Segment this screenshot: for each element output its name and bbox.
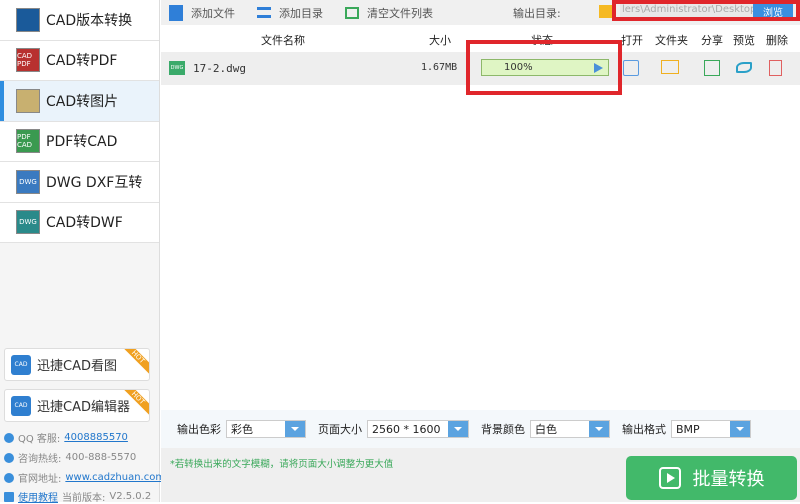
- site-label: 官网地址:: [18, 474, 62, 485]
- file-name: 17-2.dwg: [193, 62, 246, 75]
- sidebar-item-label: CAD转图片: [46, 93, 119, 110]
- chevron-down-icon[interactable]: [285, 421, 305, 437]
- promo-label: 迅捷CAD看图: [37, 359, 117, 374]
- sidebar-item-2[interactable]: CAD转图片: [0, 81, 159, 122]
- hint-note: *若转换出来的文字模糊，请将页面大小调整为更大值: [170, 459, 394, 470]
- col-folder: 文件夹: [655, 34, 688, 47]
- col-name: 文件名称: [261, 34, 305, 47]
- dwg-file-icon: DWG: [169, 61, 185, 75]
- book-icon: [4, 491, 14, 502]
- color-value: 彩色: [231, 423, 253, 436]
- sidebar-item-5[interactable]: DWG CAD转DWF: [0, 202, 159, 243]
- add-file-button[interactable]: 添加文件: [169, 4, 235, 21]
- add-file-icon: [169, 4, 183, 21]
- site-link[interactable]: www.cadzhuan.com: [65, 472, 165, 483]
- bg-color-label: 背景颜色: [481, 423, 525, 436]
- add-file-label: 添加文件: [191, 6, 235, 20]
- qq-icon: [4, 432, 14, 443]
- sidebar-item-label: CAD版本转换: [46, 12, 133, 29]
- ie-icon: [4, 472, 14, 483]
- delete-trash-icon[interactable]: [769, 60, 782, 76]
- open-file-icon[interactable]: [623, 60, 639, 76]
- clear-list-button[interactable]: 清空文件列表: [345, 5, 433, 21]
- promo-cad-editor[interactable]: CAD 迅捷CAD编辑器 HOT: [4, 389, 150, 422]
- file-size: 1.67MB: [421, 62, 458, 73]
- bg-color-value: 白色: [535, 423, 557, 436]
- qq-info: QQ 客服: 4008885570: [4, 430, 128, 445]
- open-folder-icon[interactable]: [661, 60, 679, 74]
- chevron-down-icon[interactable]: [730, 421, 750, 437]
- format-label: 输出格式: [622, 423, 666, 436]
- format-value: BMP: [676, 422, 700, 436]
- sidebar-item-label: DWG DXF互转: [46, 174, 143, 191]
- color-label: 输出色彩: [177, 423, 221, 436]
- preview-eye-icon[interactable]: [736, 62, 752, 73]
- cad-to-image-icon: [16, 88, 40, 113]
- cad-version-icon: [16, 7, 40, 32]
- col-open: 打开: [621, 34, 643, 47]
- page-size-label: 页面大小: [318, 423, 362, 436]
- person-icon: [4, 452, 14, 463]
- share-icon[interactable]: [704, 60, 720, 76]
- qq-label: QQ 客服:: [18, 434, 61, 445]
- output-dir-label: 输出目录:: [513, 6, 561, 20]
- batch-convert-button[interactable]: 批量转换: [626, 456, 797, 500]
- sidebar-item-0[interactable]: CAD版本转换: [0, 0, 159, 41]
- cad-to-dwf-icon: DWG: [16, 210, 40, 235]
- broom-icon: [345, 6, 359, 19]
- sidebar-item-label: PDF转CAD: [46, 134, 118, 151]
- cad-to-pdf-icon: CAD PDF: [16, 48, 40, 73]
- format-select[interactable]: BMP: [671, 420, 751, 438]
- sidebar-item-4[interactable]: DWG DWG DXF互转: [0, 162, 159, 203]
- chevron-down-icon[interactable]: [448, 421, 468, 437]
- play-icon: [658, 467, 681, 489]
- hot-badge: HOT: [117, 349, 149, 378]
- col-share: 分享: [701, 34, 723, 47]
- convert-label: 批量转换: [692, 469, 765, 490]
- footer: *若转换出来的文字模糊，请将页面大小调整为更大值 批量转换: [161, 448, 800, 502]
- clear-list-label: 清空文件列表: [367, 6, 433, 20]
- highlight-status: [466, 40, 622, 95]
- color-select[interactable]: 彩色: [226, 420, 306, 438]
- col-size: 大小: [429, 34, 451, 47]
- add-dir-label: 添加目录: [279, 6, 323, 20]
- page-size-select[interactable]: 2560 * 1600: [367, 420, 469, 438]
- sidebar-item-label: CAD转PDF: [46, 53, 118, 70]
- sidebar-item-label: CAD转DWF: [46, 215, 123, 232]
- chevron-down-icon[interactable]: [589, 421, 609, 437]
- col-preview: 预览: [733, 34, 755, 47]
- hotline-label: 咨询热线:: [18, 454, 62, 465]
- cad-editor-icon: CAD: [11, 395, 31, 416]
- dwg-dxf-icon: DWG: [16, 169, 40, 194]
- sidebar-item-1[interactable]: CAD PDF CAD转PDF: [0, 40, 159, 81]
- page-size-value: 2560 * 1600: [372, 422, 441, 436]
- bg-color-select[interactable]: 白色: [530, 420, 610, 438]
- hotline-number: 400-888-5570: [65, 452, 137, 463]
- qq-link[interactable]: 4008885570: [64, 432, 128, 443]
- options-bar: 输出色彩 彩色 页面大小 2560 * 1600 背景颜色 白色 输出格式 BM…: [161, 410, 800, 448]
- add-dir-button[interactable]: 添加目录: [257, 5, 323, 21]
- version-value: V2.5.0.2: [109, 491, 152, 502]
- promo-cad-viewer[interactable]: CAD 迅捷CAD看图 HOT: [4, 348, 150, 381]
- sidebar-item-3[interactable]: PDF CAD PDF转CAD: [0, 121, 159, 162]
- hotline-info: 咨询热线: 400-888-5570: [4, 450, 136, 465]
- highlight-output-path: [612, 0, 800, 21]
- pdf-to-cad-icon: PDF CAD: [16, 129, 40, 154]
- cad-viewer-icon: CAD: [11, 354, 31, 375]
- promo-label: 迅捷CAD编辑器: [37, 400, 130, 415]
- site-info: 官网地址: www.cadzhuan.com: [4, 470, 165, 485]
- col-delete: 删除: [766, 34, 788, 47]
- sidebar: CAD版本转换 CAD PDF CAD转PDF CAD转图片 PDF CAD PDF转CA…: [0, 0, 165, 504]
- list-icon: [257, 7, 271, 18]
